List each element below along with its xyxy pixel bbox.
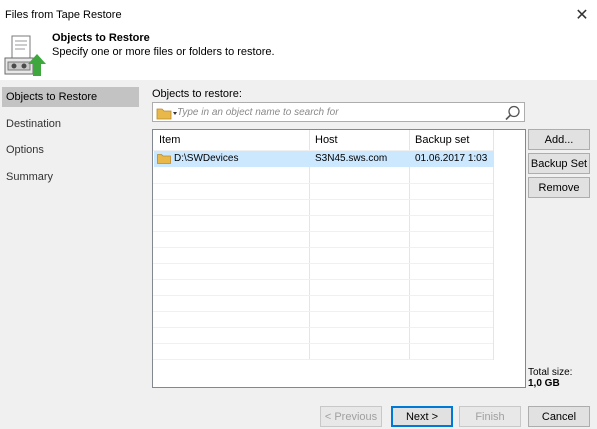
column-header-backup-set[interactable]: Backup set bbox=[409, 130, 469, 150]
row-divider bbox=[153, 199, 493, 200]
sidebar-item-summary[interactable]: Summary bbox=[0, 167, 141, 187]
column-header-item[interactable]: Item bbox=[153, 130, 180, 150]
column-header-host[interactable]: Host bbox=[309, 130, 338, 150]
sidebar-item-objects-to-restore[interactable]: Objects to Restore bbox=[2, 87, 139, 107]
cancel-button[interactable]: Cancel bbox=[528, 406, 590, 427]
row-divider bbox=[153, 231, 493, 232]
wizard-footer: < Previous Next > Finish Cancel bbox=[0, 398, 597, 429]
remove-button[interactable]: Remove bbox=[528, 177, 590, 198]
wizard-steps-sidebar: Objects to Restore Destination Options S… bbox=[0, 80, 141, 398]
search-box bbox=[152, 102, 525, 122]
previous-button[interactable]: < Previous bbox=[320, 406, 382, 427]
search-icon[interactable] bbox=[504, 104, 522, 122]
total-size-value: 1,0 GB bbox=[528, 378, 560, 389]
row-divider bbox=[153, 263, 493, 264]
finish-button[interactable]: Finish bbox=[459, 406, 521, 427]
row-divider bbox=[153, 183, 493, 184]
table-row[interactable]: D:\SWDevices S3N45.sws.com 01.06.2017 1:… bbox=[154, 151, 494, 167]
window-title: Files from Tape Restore bbox=[5, 9, 122, 21]
cell-host: S3N45.sws.com bbox=[315, 153, 388, 164]
close-icon[interactable]: ✕ bbox=[567, 0, 597, 30]
header-title: Objects to Restore bbox=[52, 32, 150, 44]
folder-dropdown-icon[interactable] bbox=[156, 106, 178, 120]
add-button[interactable]: Add... bbox=[528, 129, 590, 150]
search-input[interactable] bbox=[177, 104, 497, 120]
next-button[interactable]: Next > bbox=[391, 406, 453, 427]
row-divider bbox=[153, 327, 493, 328]
objects-label: Objects to restore: bbox=[152, 88, 242, 100]
title-bar: Files from Tape Restore ✕ bbox=[0, 0, 597, 30]
total-size: Total size: 1,0 GB bbox=[528, 367, 572, 389]
header-subtitle: Specify one or more files or folders to … bbox=[52, 46, 275, 58]
row-divider bbox=[153, 343, 493, 344]
row-divider bbox=[153, 215, 493, 216]
row-divider bbox=[153, 247, 493, 248]
row-divider bbox=[153, 279, 493, 280]
sidebar-item-options[interactable]: Options bbox=[0, 140, 141, 160]
cell-backup-set: 01.06.2017 1:03 bbox=[415, 153, 488, 164]
total-size-label: Total size: bbox=[528, 367, 573, 378]
row-divider bbox=[153, 311, 493, 312]
objects-table[interactable]: Item Host Backup set D:\SWDevices S3N45.… bbox=[152, 129, 526, 388]
row-divider bbox=[153, 295, 493, 296]
objects-panel: Objects to restore: Item Host Backup set… bbox=[141, 80, 597, 398]
wizard-header: Objects to Restore Specify one or more f… bbox=[0, 30, 597, 80]
row-divider bbox=[153, 359, 493, 360]
sidebar-item-destination[interactable]: Destination bbox=[0, 114, 141, 134]
backup-set-button[interactable]: Backup Set bbox=[528, 153, 590, 174]
cell-item: D:\SWDevices bbox=[174, 153, 239, 164]
tape-restore-icon bbox=[4, 35, 46, 76]
